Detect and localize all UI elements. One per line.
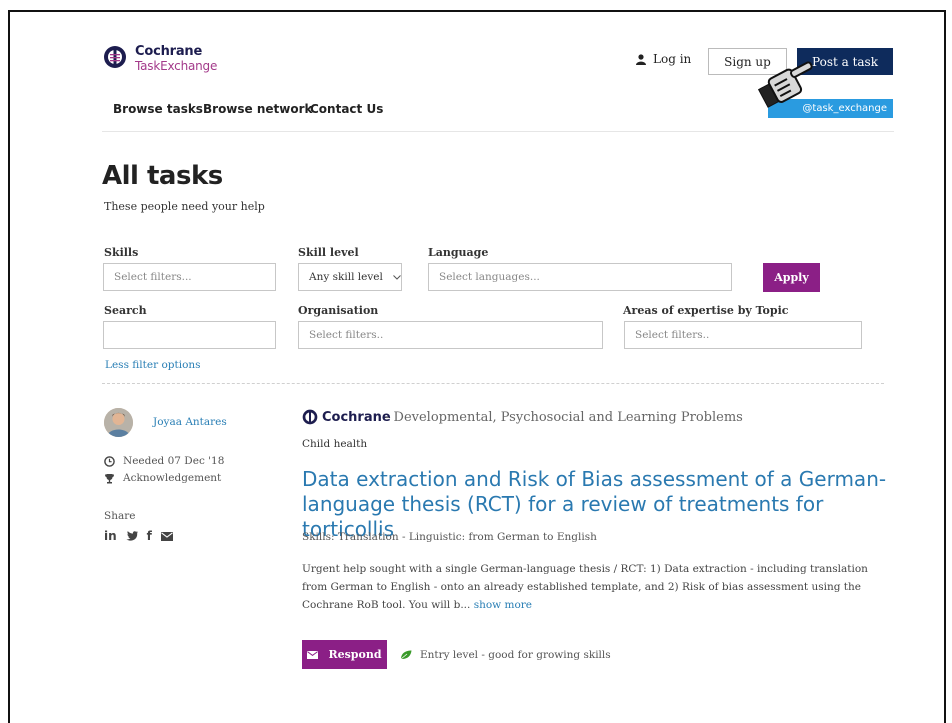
- share-label: Share: [104, 510, 136, 522]
- organisation-name: Cochrane: [322, 409, 391, 425]
- logo-subtext[interactable]: TaskExchange: [135, 59, 217, 73]
- task-description-text: Urgent help sought with a single German-…: [302, 563, 868, 611]
- linkedin-icon[interactable]: in: [104, 529, 117, 543]
- clock-icon: [104, 455, 115, 467]
- apply-button[interactable]: Apply: [763, 263, 820, 292]
- facebook-icon[interactable]: f: [147, 529, 152, 543]
- avatar[interactable]: [104, 408, 133, 437]
- twitter-icon[interactable]: [126, 531, 138, 541]
- search-input[interactable]: [103, 321, 276, 349]
- user-icon: [636, 53, 646, 65]
- less-filter-options-link[interactable]: Less filter options: [105, 359, 201, 371]
- person-photo-icon: [104, 408, 133, 437]
- reward-text: Acknowledgement: [123, 472, 222, 484]
- page-subtitle: These people need your help: [104, 200, 265, 213]
- organisation-filter-input[interactable]: Select filters..: [298, 321, 603, 349]
- task-skills: Skills: Translation - Linguistic: from G…: [302, 531, 597, 543]
- hand-pointer-icon: [757, 61, 813, 108]
- cochrane-logo-icon: [302, 409, 318, 425]
- organisation-logo[interactable]: Cochrane: [302, 409, 391, 425]
- chevron-down-icon: [393, 274, 401, 280]
- language-filter-input[interactable]: Select languages...: [428, 263, 732, 291]
- show-more-link[interactable]: show more: [474, 599, 532, 611]
- author-name-link[interactable]: Joyaa Antares: [153, 416, 227, 428]
- topic-label: Child health: [302, 438, 368, 450]
- logo-text[interactable]: Cochrane: [135, 44, 202, 59]
- login-label: Log in: [653, 52, 692, 66]
- skill-level-indicator: Entry level - good for growing skills: [400, 649, 611, 661]
- reward: Acknowledgement: [104, 472, 221, 484]
- nav-contact-us[interactable]: Contact Us: [310, 102, 383, 116]
- organisation-group: - Developmental, Psychosocial and Learni…: [385, 410, 743, 425]
- skill-level-value: Any skill level: [309, 271, 383, 283]
- respond-label: Respond: [328, 648, 382, 661]
- page-title: All tasks: [102, 161, 223, 191]
- trophy-icon: [105, 473, 114, 483]
- needed-date: Needed 07 Dec '18: [104, 455, 224, 467]
- skill-level-text: Entry level - good for growing skills: [420, 649, 611, 661]
- cochrane-logo-icon: [104, 46, 126, 68]
- nav-browse-tasks[interactable]: Browse tasks: [113, 102, 203, 116]
- organisation-label: Organisation: [298, 304, 379, 317]
- email-icon[interactable]: [160, 531, 173, 541]
- needed-date-text: Needed 07 Dec '18: [123, 455, 225, 467]
- leaf-icon: [400, 650, 412, 660]
- nav-browse-network[interactable]: Browse network: [203, 102, 313, 116]
- search-label: Search: [104, 304, 147, 317]
- skills-filter-input[interactable]: Select filters...: [103, 263, 276, 291]
- header-divider: [102, 131, 894, 132]
- filters-divider: [102, 383, 884, 384]
- skills-label: Skills: [104, 246, 139, 259]
- respond-button[interactable]: Respond: [302, 640, 387, 669]
- language-label: Language: [428, 246, 489, 259]
- login-link[interactable]: Log in: [636, 52, 691, 66]
- share-icons: in f: [104, 529, 173, 543]
- envelope-icon: [307, 650, 319, 659]
- areas-expertise-label: Areas of expertise by Topic: [623, 304, 789, 317]
- skill-level-select[interactable]: Any skill level: [298, 263, 402, 291]
- skill-level-label: Skill level: [298, 246, 359, 259]
- areas-expertise-filter-input[interactable]: Select filters..: [624, 321, 862, 349]
- task-description: Urgent help sought with a single German-…: [302, 560, 887, 614]
